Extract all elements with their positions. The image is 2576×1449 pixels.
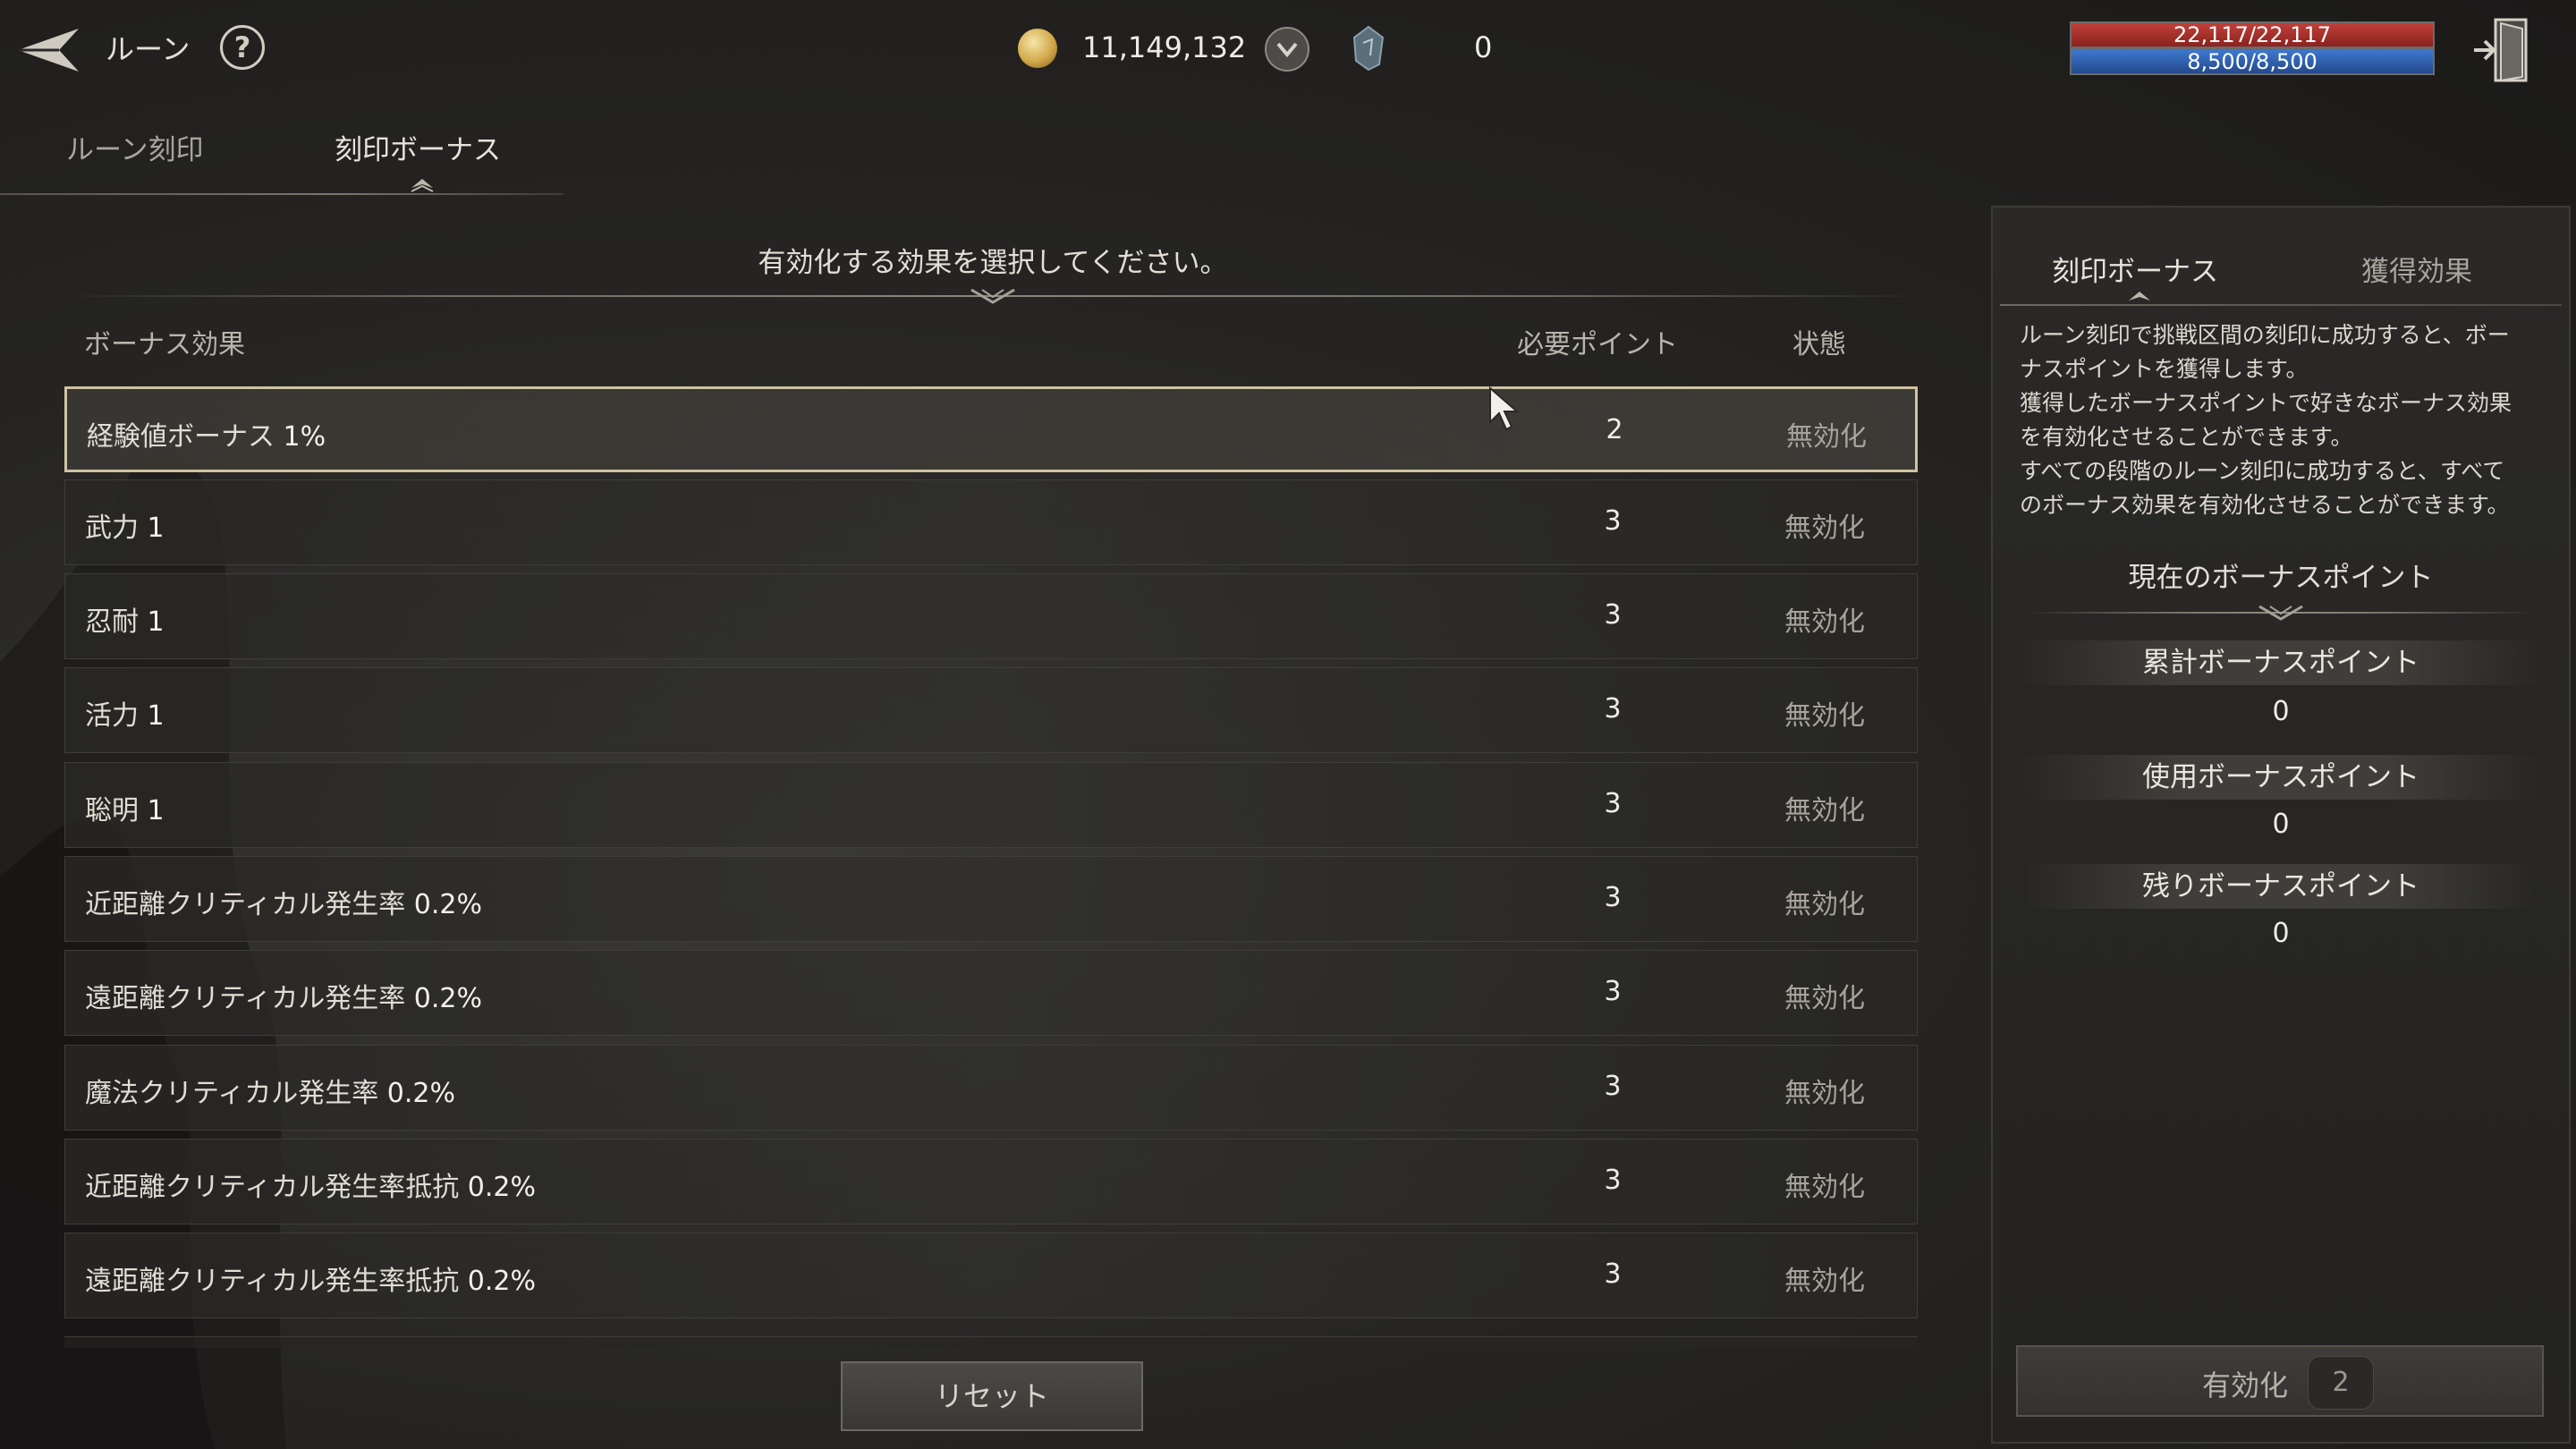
gold-amount: 11,149,132 xyxy=(1082,30,1247,64)
ornament-icon xyxy=(2258,605,2303,621)
bonus-name: 活力 1 xyxy=(85,700,165,732)
rune-gem-icon xyxy=(1352,25,1385,72)
bonus-status: 無効化 xyxy=(1784,1078,1865,1109)
list-overflow-edge xyxy=(64,1336,1918,1348)
reset-button[interactable]: リセット xyxy=(841,1361,1143,1431)
used-points-label: 使用ボーナスポイント xyxy=(2020,755,2542,800)
bonus-status: 無効化 xyxy=(1784,606,1865,638)
back-arrow-icon[interactable] xyxy=(13,23,84,77)
hp-bar: 22,117/22,117 xyxy=(2070,21,2435,48)
bonus-row[interactable]: 近距離クリティカル発生率 0.2% 3 無効化 xyxy=(64,856,1918,942)
tab-engrave-bonus[interactable]: 刻印ボーナス xyxy=(335,127,501,167)
required-points: 3 xyxy=(1604,1258,1622,1290)
required-points: 2 xyxy=(1606,414,1623,445)
bonus-name: 近距離クリティカル発生率抵抗 0.2% xyxy=(85,1172,536,1203)
bonus-status: 無効化 xyxy=(1784,795,1865,826)
activate-cost-badge: 2 xyxy=(2308,1356,2374,1410)
bonus-status: 無効化 xyxy=(1784,1172,1865,1203)
instruction-text: 有効化する効果を選択してください。 xyxy=(758,247,1228,279)
bonus-row[interactable]: 遠距離クリティカル発生率 0.2% 3 無効化 xyxy=(64,950,1918,1036)
column-header-points: 必要ポイント xyxy=(1517,329,1678,360)
shield-icon[interactable] xyxy=(1265,27,1309,72)
bonus-description: ルーン刻印で挑戦区間の刻印に成功すると、ボー ナスポイントを獲得します。 獲得し… xyxy=(2020,318,2547,522)
mouse-cursor-icon xyxy=(1489,386,1520,431)
bonus-row[interactable]: 近距離クリティカル発生率抵抗 0.2% 3 無効化 xyxy=(64,1139,1918,1224)
bonus-row[interactable]: 活力 1 3 無効化 xyxy=(64,667,1918,753)
column-header-status: 状態 xyxy=(1792,329,1846,360)
remaining-points-value: 0 xyxy=(2272,918,2290,949)
bonus-row[interactable]: 魔法クリティカル発生率 0.2% 3 無効化 xyxy=(64,1045,1918,1131)
bonus-name: 武力 1 xyxy=(85,513,165,544)
bonus-row[interactable]: 聡明 1 3 無効化 xyxy=(64,762,1918,848)
bonus-name: 忍耐 1 xyxy=(85,606,165,638)
activate-label: 有効化 xyxy=(2202,1368,2289,1402)
ornament-icon xyxy=(970,288,1015,304)
current-points-title: 現在のボーナスポイント xyxy=(2128,562,2434,594)
bonus-name: 近距離クリティカル発生率 0.2% xyxy=(85,889,482,920)
side-tab-underline xyxy=(2000,304,2562,306)
required-points: 3 xyxy=(1604,505,1622,537)
bonus-name: 遠距離クリティカル発生率抵抗 0.2% xyxy=(85,1266,536,1297)
bonus-name: 聡明 1 xyxy=(85,795,165,826)
required-points: 3 xyxy=(1604,1165,1622,1196)
bonus-row[interactable]: 武力 1 3 無効化 xyxy=(64,479,1918,565)
bonus-status: 無効化 xyxy=(1784,889,1865,920)
description-line: のボーナス効果を有効化させることができます。 xyxy=(2020,492,2510,518)
help-icon[interactable]: ? xyxy=(220,25,265,70)
bonus-status: 無効化 xyxy=(1786,421,1867,453)
bonus-status: 無効化 xyxy=(1784,983,1865,1014)
total-points-label: 累計ボーナスポイント xyxy=(2020,640,2542,685)
description-line: 獲得したボーナスポイントで好きなボーナス効果 xyxy=(2020,390,2512,416)
bonus-row[interactable]: 遠距離クリティカル発生率抵抗 0.2% 3 無効化 xyxy=(64,1233,1918,1318)
used-points-value: 0 xyxy=(2272,809,2290,840)
bonus-row[interactable]: 忍耐 1 3 無効化 xyxy=(64,573,1918,659)
bonus-row[interactable]: 経験値ボーナス 1% 2 無効化 xyxy=(64,386,1918,472)
active-tab-marker-icon xyxy=(2129,292,2150,301)
mp-bar: 8,500/8,500 xyxy=(2070,48,2435,75)
page-title: ルーン xyxy=(106,32,191,66)
total-points-value: 0 xyxy=(2272,696,2290,727)
column-header-effect: ボーナス効果 xyxy=(84,329,245,360)
required-points: 3 xyxy=(1604,788,1622,819)
remaining-points-label: 残りボーナスポイント xyxy=(2020,864,2542,909)
tab-underline xyxy=(0,193,564,195)
required-points: 3 xyxy=(1604,599,1622,631)
required-points: 3 xyxy=(1604,1071,1622,1102)
top-bar: ルーン ? 11,149,132 0 22,117/22,117 8,500/8… xyxy=(0,0,2576,98)
description-line: を有効化させることができます。 xyxy=(2020,424,2353,450)
bonus-status: 無効化 xyxy=(1784,700,1865,732)
gem-count: 0 xyxy=(1474,30,1493,64)
chevron-down-icon xyxy=(1276,42,1298,58)
bonus-name: 経験値ボーナス 1% xyxy=(87,421,326,453)
description-line: すべての段階のルーン刻印に成功すると、すべて xyxy=(2020,458,2505,484)
bonus-status: 無効化 xyxy=(1784,1266,1865,1297)
activate-button[interactable]: 有効化 2 xyxy=(2016,1345,2544,1417)
bonus-name: 魔法クリティカル発生率 0.2% xyxy=(85,1078,455,1109)
side-tab-engrave-bonus[interactable]: 刻印ボーナス xyxy=(2052,249,2218,289)
bonus-name: 遠距離クリティカル発生率 0.2% xyxy=(85,983,482,1014)
required-points: 3 xyxy=(1604,882,1622,913)
description-line: ナスポイントを獲得します。 xyxy=(2020,356,2309,382)
required-points: 3 xyxy=(1604,693,1622,724)
gold-coin-icon xyxy=(1018,29,1057,68)
side-tab-acquired-effects[interactable]: 獲得効果 xyxy=(2361,249,2472,289)
required-points: 3 xyxy=(1604,976,1622,1007)
exit-door-icon[interactable] xyxy=(2470,14,2533,86)
description-line: ルーン刻印で挑戦区間の刻印に成功すると、ボー xyxy=(2020,322,2510,348)
bonus-status: 無効化 xyxy=(1784,513,1865,544)
tab-rune-engrave[interactable]: ルーン刻印 xyxy=(66,127,203,167)
active-tab-marker-icon xyxy=(411,179,434,192)
